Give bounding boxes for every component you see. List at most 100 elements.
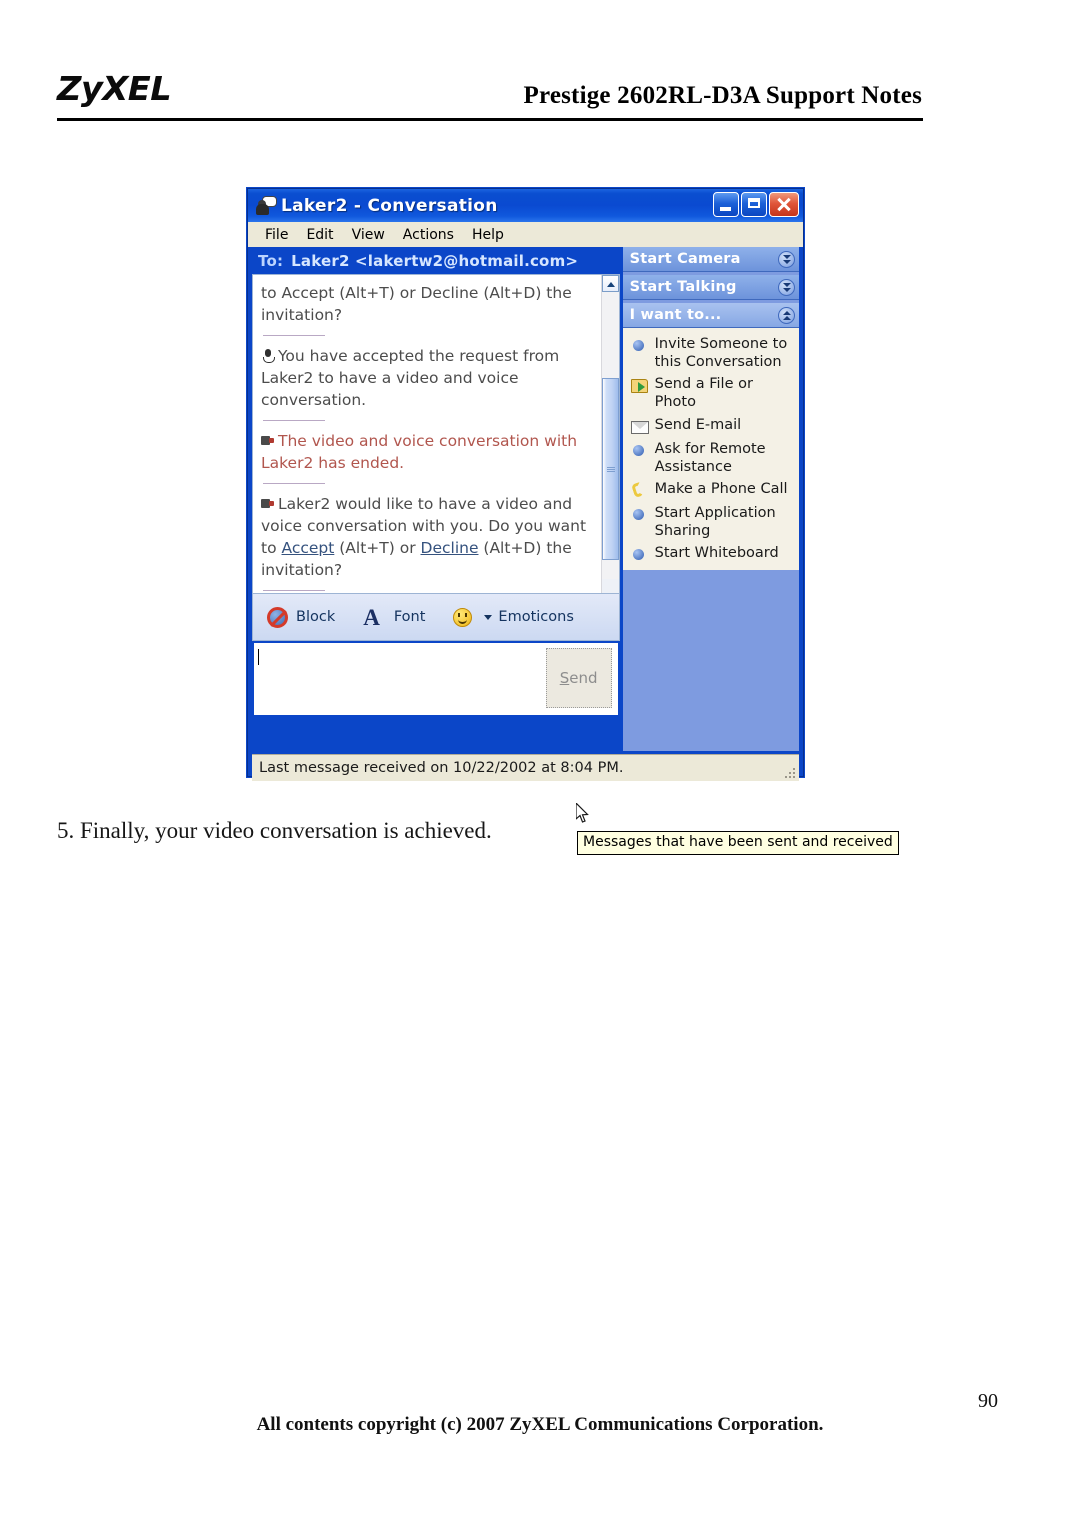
menu-item-edit[interactable]: Edit [297,227,342,243]
document-header-title: Prestige 2602RL-D3A Support Notes [523,82,922,109]
figure-caption: 5. Finally, your video conversation is a… [57,818,492,843]
font-label: Font [393,609,426,625]
accept-link[interactable]: Accept [282,539,335,557]
window-titlebar[interactable]: Laker2 - Conversation [248,189,803,222]
status-bar: Last message received on 10/22/2002 at 8… [252,754,799,781]
message-input[interactable] [254,643,546,715]
message-invite-request: Laker2 would like to have a video and vo… [261,493,593,581]
scrollbar-thumb[interactable] [601,378,619,560]
message-divider [263,483,325,484]
zyxel-logo: ZyXEL [57,69,172,108]
sidebar-item-start-talking[interactable]: Start Talking [622,275,799,300]
window-body: To: Laker2 <lakertw2@hotmail.com> to Acc… [248,247,899,855]
message-divider [263,420,325,421]
chevron-down-icon [484,614,493,620]
sidebar-item-send-file[interactable]: Send a File or Photo [623,373,799,413]
sidebar-item-whiteboard[interactable]: Start Whiteboard [623,542,799,566]
invite-someone-label: Invite Someone to this Conversation [654,336,788,371]
i-want-to-list: Invite Someone to this Conversation Send… [622,328,799,570]
scroll-up-arrow-icon[interactable] [601,275,619,292]
send-email-label: Send E-mail [654,416,742,433]
send-label: end [569,669,598,687]
font-button[interactable]: A Font [363,606,425,629]
scrollbar-track[interactable] [601,579,619,593]
message-ended: The video and voice conversation with La… [261,430,593,474]
chevron-double-down-icon[interactable] [778,250,795,268]
send-label-accel: S [559,669,570,687]
sidebar-item-start-camera[interactable]: Start Camera [622,247,799,272]
message-history-panel: to Accept (Alt+T) or Decline (Alt+D) the… [252,274,620,594]
menu-item-view[interactable]: View [343,227,394,243]
whiteboard-label: Start Whiteboard [654,545,779,561]
sidebar-item-app-sharing[interactable]: Start Application Sharing [623,502,799,542]
folder-file-icon [630,376,649,395]
menu-bar: File Edit View Actions Help [248,222,803,247]
video-request-icon [261,497,275,511]
recipient-label: To: [258,251,284,270]
close-icon[interactable] [769,192,799,217]
sidebar-filler [622,570,799,751]
phone-call-label: Make a Phone Call [654,480,788,497]
maximize-button[interactable] [741,192,767,217]
message-invite-text-2: (Alt+T) or [334,539,421,557]
messenger-contact-icon [254,195,277,217]
header-divider [57,118,923,121]
remote-assistance-label: Ask for Remote Assistance [654,440,766,475]
start-camera-label: Start Camera [629,251,741,267]
microphone-icon [261,349,275,363]
blue-dot-icon [630,441,649,460]
status-text: Last message received on 10/22/2002 at 8… [259,760,624,776]
recipient-bar: To: Laker2 <lakertw2@hotmail.com> [252,247,620,274]
start-talking-label: Start Talking [629,279,737,295]
sidebar-item-remote-assistance[interactable]: Ask for Remote Assistance [623,438,799,478]
text-caret [258,649,259,665]
phone-icon [630,481,649,500]
message-divider [263,335,325,336]
sidebar-item-i-want-to[interactable]: I want to... [622,303,799,328]
menu-item-file[interactable]: File [256,227,297,243]
sidebar-item-send-email[interactable]: Send E-mail [623,414,799,438]
blue-dot-icon [630,545,649,564]
message-compose-row: Send [252,641,620,717]
envelope-icon [630,417,649,436]
minimize-button[interactable] [713,192,739,217]
actions-sidebar: Start Camera Start Talking I want to... … [622,247,799,751]
app-sharing-label: Start Application Sharing [654,504,776,539]
menu-item-actions[interactable]: Actions [394,227,463,243]
message-scrollbar[interactable] [600,275,619,593]
recipient-value: Laker2 <lakertw2@hotmail.com> [291,251,579,270]
emoticons-label: Emoticons [498,609,574,625]
send-button[interactable]: Send [545,648,612,708]
message-invitation-prompt: to Accept (Alt+T) or Decline (Alt+D) the… [261,284,572,324]
menu-item-help[interactable]: Help [463,227,513,243]
emoticons-button[interactable]: Emoticons [453,607,574,627]
scrollbar-grip-icon [606,467,615,473]
message-divider [263,590,325,591]
block-icon [267,606,288,628]
message-history[interactable]: to Accept (Alt+T) or Decline (Alt+D) the… [253,275,601,593]
chevron-double-down-icon[interactable] [778,278,795,296]
i-want-to-label: I want to... [629,307,722,323]
copyright-footer: All contents copyright (c) 2007 ZyXEL Co… [256,1414,824,1435]
conversation-column: To: Laker2 <lakertw2@hotmail.com> to Acc… [252,247,899,855]
block-button[interactable]: Block [267,606,336,628]
mouse-cursor-icon [575,801,590,824]
sidebar-item-phone-call[interactable]: Make a Phone Call [623,478,799,502]
font-a-icon: A [363,604,380,630]
send-file-label: Send a File or Photo [654,376,753,411]
chevron-double-up-icon[interactable] [778,306,795,324]
message-ended-text: The video and voice conversation with La… [261,432,578,472]
window-title: Laker2 - Conversation [281,195,498,216]
tooltip: Messages that have been sent and receive… [577,831,899,855]
message-accepted-text: You have accepted the request from Laker… [261,347,560,409]
window-controls [713,192,799,217]
decline-link[interactable]: Decline [421,539,479,557]
messenger-conversation-window: Laker2 - Conversation File Edit View Act… [247,188,899,855]
resize-grip-icon[interactable] [783,766,795,778]
block-label: Block [296,609,336,625]
sidebar-item-invite-someone[interactable]: Invite Someone to this Conversation [623,333,799,373]
smiley-icon [453,607,473,627]
video-ended-icon [261,434,275,448]
formatting-toolbar: Block A Font Emoticons [252,594,620,641]
blue-dot-icon [630,336,649,355]
